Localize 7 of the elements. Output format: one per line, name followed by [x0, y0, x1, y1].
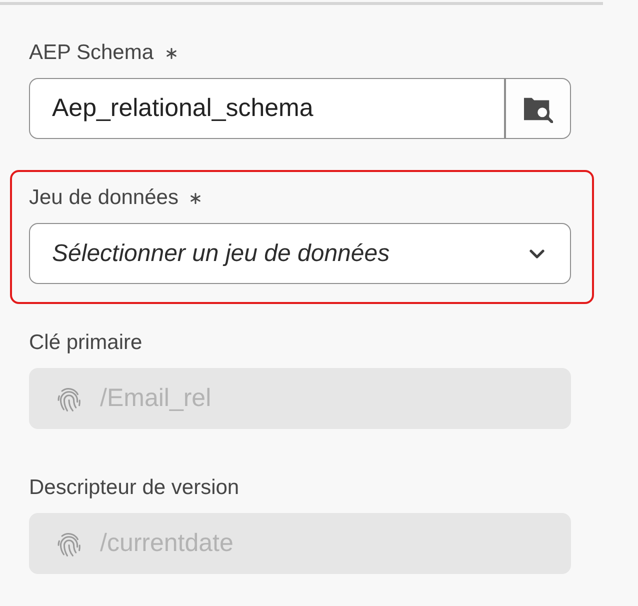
field-label: Descripteur de version	[29, 476, 240, 500]
browse-button[interactable]	[505, 78, 571, 139]
field-label: Clé primaire	[29, 331, 142, 355]
schema-input[interactable]: Aep_relational_schema	[29, 78, 505, 139]
field-label: Jeu de données	[29, 186, 178, 210]
field-label: AEP Schema	[29, 41, 154, 65]
dataset-dropdown[interactable]: Sélectionner un jeu de données	[29, 223, 571, 284]
